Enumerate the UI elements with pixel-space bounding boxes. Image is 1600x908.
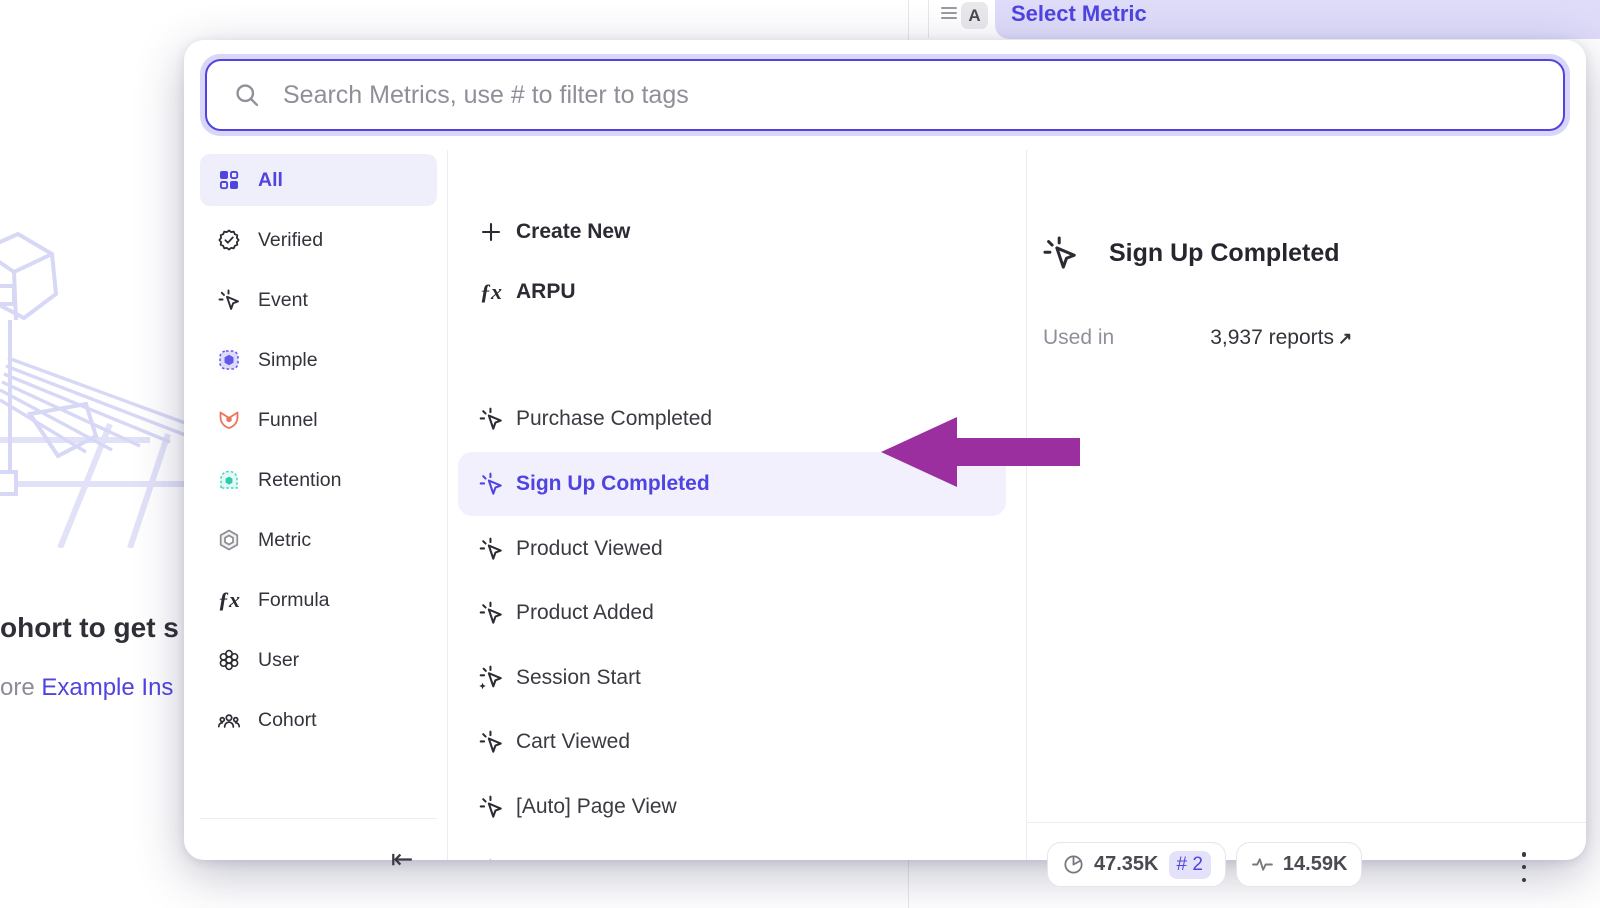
- example-insights-link[interactable]: Example Ins: [41, 674, 173, 701]
- list-item-event[interactable]: Checkout Started: [458, 845, 1006, 860]
- sidebar-item-formula[interactable]: ƒx Formula: [200, 574, 437, 626]
- stat-value: 14.59K: [1283, 853, 1348, 876]
- sidebar-item-label: Formula: [258, 589, 330, 612]
- event-icon: [216, 287, 242, 313]
- list-item-event[interactable]: [Auto] Page View: [458, 781, 1006, 833]
- sidebar-item-label: Simple: [258, 349, 318, 372]
- category-sidebar: All Verified Event: [200, 150, 437, 860]
- sidebar-item-all[interactable]: All: [200, 154, 437, 206]
- used-in-reports-link[interactable]: 3,937 reports↗: [1210, 326, 1352, 350]
- event-icon: [1041, 234, 1079, 272]
- list-item-label: [Auto] Page View: [516, 795, 677, 819]
- sidebar-item-metric[interactable]: Metric: [200, 514, 437, 566]
- background-panel-divider-2: [928, 0, 929, 38]
- select-metric-label[interactable]: Select Metric: [1011, 1, 1147, 27]
- retention-icon: [216, 467, 242, 493]
- screen: A Select Metric ohort to get s ore Examp…: [0, 0, 1600, 908]
- list-item-event-selected[interactable]: Sign Up Completed: [458, 452, 1006, 516]
- list-item-label: ARPU: [516, 280, 576, 304]
- search-input[interactable]: [283, 81, 1543, 110]
- sidebar-footer-divider: [200, 818, 437, 819]
- sidebar-item-label: Event: [258, 289, 308, 312]
- collapse-sidebar-icon[interactable]: ⇤: [380, 840, 424, 878]
- pulse-icon: [1251, 853, 1274, 876]
- list-item-label: Session Start: [516, 666, 641, 690]
- event-icon: [476, 856, 506, 860]
- formula-icon: ƒx: [476, 277, 506, 307]
- list-item-label: Cart Viewed: [516, 730, 630, 754]
- simple-metric-icon: [216, 347, 242, 373]
- metric-picker-dialog: All Verified Event: [184, 40, 1586, 860]
- list-item-event[interactable]: Cart Viewed: [458, 716, 1006, 768]
- event-icon: [476, 598, 506, 628]
- rank-badge: # 2: [1169, 851, 1211, 879]
- sidebar-item-label: All: [258, 169, 283, 192]
- stat-value: 47.35K: [1094, 853, 1159, 876]
- plus-icon: [476, 217, 506, 247]
- formula-icon: ƒx: [216, 587, 242, 613]
- external-link-icon: ↗: [1338, 329, 1352, 348]
- verified-badge-icon: [216, 227, 242, 253]
- list-item-event[interactable]: Product Added: [458, 587, 1006, 639]
- series-a-badge: A: [961, 2, 988, 29]
- sidebar-item-user[interactable]: User: [200, 634, 437, 686]
- list-item-label: Purchase Completed: [516, 407, 712, 431]
- list-item-arpu[interactable]: ƒx ARPU: [458, 266, 1006, 318]
- metric-detail-panel: Sign Up Completed Used in 3,937 reports↗…: [1027, 150, 1586, 860]
- pie-chart-icon: [1062, 853, 1085, 876]
- sidebar-item-event[interactable]: Event: [200, 274, 437, 326]
- sidebar-item-funnel[interactable]: Funnel: [200, 394, 437, 446]
- event-icon: [476, 469, 506, 499]
- session-start-event-icon: [476, 663, 506, 693]
- list-item-label: Create New: [516, 220, 630, 244]
- metric-icon: [216, 527, 242, 553]
- link-prefix-text: ore: [0, 674, 41, 701]
- sidebar-item-verified[interactable]: Verified: [200, 214, 437, 266]
- report-count-stat-pill[interactable]: 47.35K # 2: [1047, 842, 1226, 887]
- event-icon: [476, 534, 506, 564]
- sidebar-item-cohort[interactable]: Cohort: [200, 694, 437, 746]
- sidebar-item-label: Funnel: [258, 409, 318, 432]
- wireframe-illustration: [0, 228, 190, 548]
- cohort-icon: [216, 707, 242, 733]
- search-icon: [233, 81, 261, 109]
- metric-list: Create New ƒx ARPU Events Purchase Compl…: [448, 150, 1026, 860]
- create-new-button[interactable]: Create New: [458, 206, 1006, 258]
- sidebar-item-label: Retention: [258, 469, 341, 492]
- user-icon: [216, 647, 242, 673]
- list-item-event[interactable]: Session Start: [458, 652, 1006, 704]
- sidebar-item-label: User: [258, 649, 299, 672]
- sidebar-item-label: Metric: [258, 529, 311, 552]
- list-item-label: Checkout Started: [516, 859, 678, 860]
- detail-title: Sign Up Completed: [1109, 239, 1340, 268]
- background-link-line: ore Example Ins: [0, 674, 184, 702]
- list-item-label: Product Added: [516, 601, 654, 625]
- sidebar-item-simple[interactable]: Simple: [200, 334, 437, 386]
- detail-footer-divider: [1027, 822, 1586, 823]
- list-item-label: Product Viewed: [516, 537, 663, 561]
- list-item-event[interactable]: Purchase Completed: [458, 393, 1006, 445]
- drag-handle-icon[interactable]: [941, 7, 957, 21]
- event-icon: [476, 727, 506, 757]
- list-item-label: Sign Up Completed: [516, 472, 710, 496]
- funnel-icon: [216, 407, 242, 433]
- activity-stat-pill[interactable]: 14.59K: [1236, 842, 1363, 887]
- search-focus-ring: [200, 54, 1570, 136]
- kebab-menu-icon[interactable]: [1514, 850, 1534, 884]
- sidebar-item-label: Verified: [258, 229, 323, 252]
- sidebar-item-label: Cohort: [258, 709, 317, 732]
- grid-icon: [216, 167, 242, 193]
- event-icon: [476, 404, 506, 434]
- used-in-label: Used in: [1043, 326, 1114, 350]
- background-headline: ohort to get s: [0, 612, 184, 644]
- list-item-event[interactable]: Product Viewed: [458, 523, 1006, 575]
- event-icon: [476, 792, 506, 822]
- search-box[interactable]: [205, 59, 1565, 131]
- sidebar-item-retention[interactable]: Retention: [200, 454, 437, 506]
